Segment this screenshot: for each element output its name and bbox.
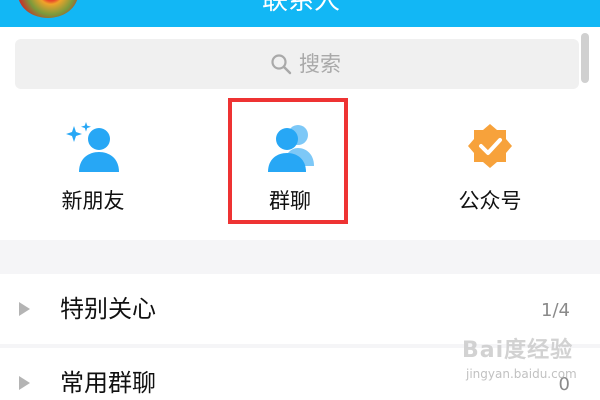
list-item-label: 特别关心 [60, 295, 156, 323]
group-chat-button[interactable]: 群聊 [230, 122, 350, 232]
contacts-screen: 联系人 搜索 新朋友 群聊 公众号 特别关心 1/4 常用群聊 0 Bai度经验… [0, 0, 600, 400]
search-input[interactable]: 搜索 [15, 39, 579, 89]
expand-arrow-icon [19, 302, 30, 316]
new-friend-button[interactable]: 新朋友 [33, 122, 153, 232]
search-icon [271, 54, 292, 75]
group-chat-icon [268, 125, 314, 172]
scrollbar[interactable] [581, 33, 589, 83]
expand-arrow-icon [19, 376, 30, 390]
contacts-panel: 搜索 新朋友 群聊 公众号 [0, 27, 600, 240]
list-item-count: 0 [558, 374, 570, 395]
search-placeholder: 搜索 [299, 52, 341, 76]
top-bar: 联系人 [0, 0, 600, 27]
list-item-label: 常用群聊 [60, 369, 156, 397]
page-title: 联系人 [261, 0, 340, 16]
list-item-count: 1/4 [541, 300, 570, 321]
list-item-frequent-groups[interactable]: 常用群聊 0 [0, 348, 600, 400]
avatar[interactable] [18, 0, 78, 18]
official-account-icon [468, 124, 512, 168]
new-friend-label: 新朋友 [61, 189, 125, 213]
new-friend-icon [66, 122, 119, 172]
group-chat-label: 群聊 [269, 189, 311, 213]
official-account-label: 公众号 [458, 189, 522, 213]
list-item-special-care[interactable]: 特别关心 1/4 [0, 274, 600, 344]
official-account-button[interactable]: 公众号 [430, 122, 550, 232]
